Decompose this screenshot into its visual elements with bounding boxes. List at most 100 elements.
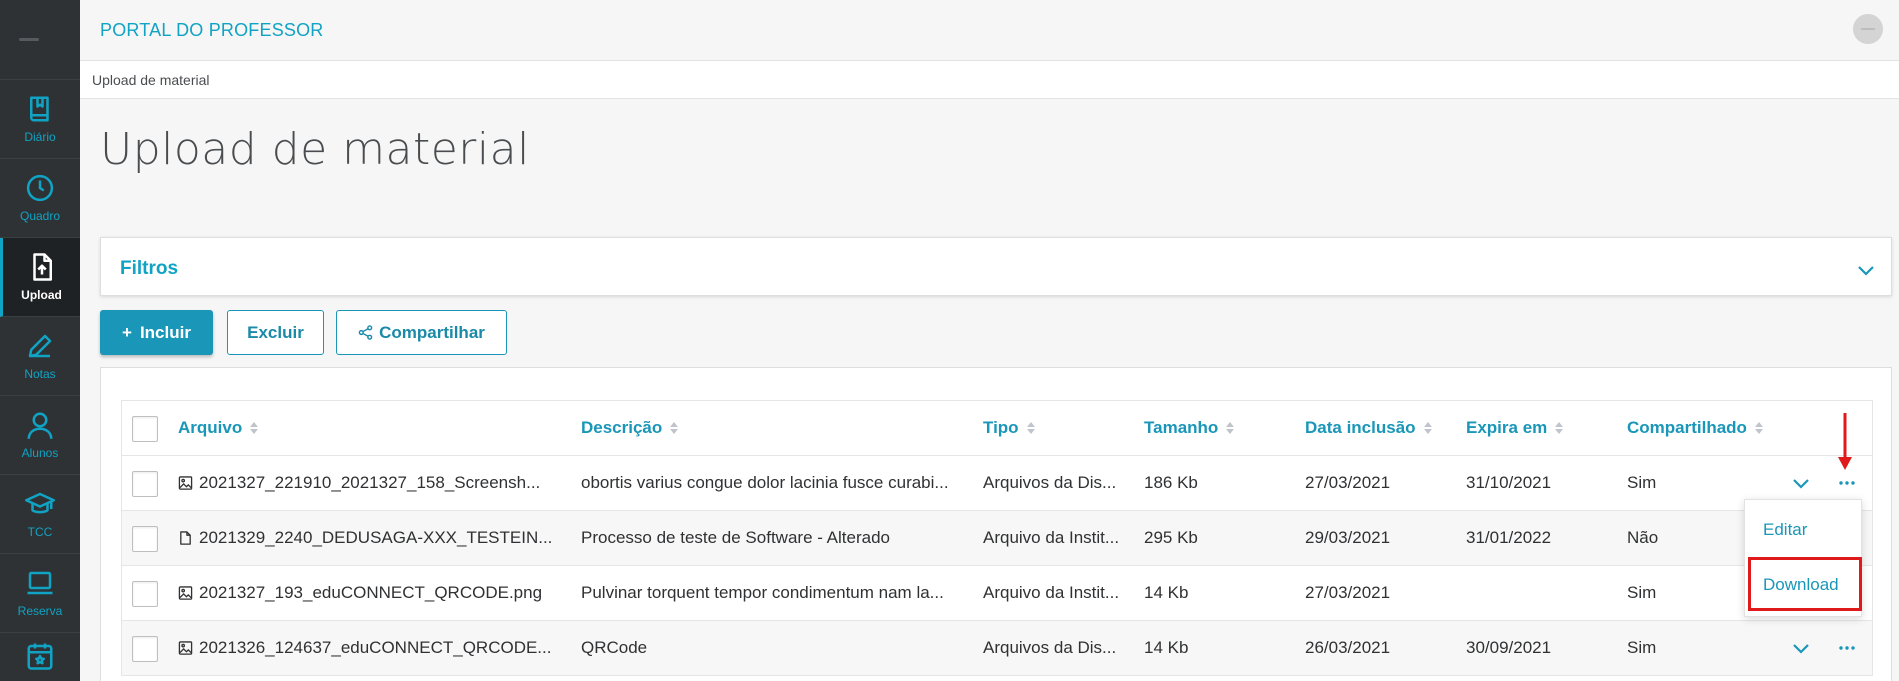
sort-icon [670,422,679,434]
file-name-cell: 2021327_221910_2021327_158_Screensh... [178,456,540,510]
shared-cell: Não [1627,528,1659,547]
share-label: Compartilhar [379,322,485,342]
column-header-data-inclusao[interactable]: Data inclusão [1305,401,1432,455]
delete-button[interactable]: Excluir [227,310,324,355]
image-icon [178,586,193,600]
file-upload-icon [32,253,52,281]
files-table: Arquivo Descrição Tipo Tamanho Data incl… [121,400,1873,676]
more-options-icon[interactable] [1839,646,1855,650]
red-arrow-annotation [1838,413,1852,470]
file-name: 2021327_193_eduCONNECT_QRCODE.png [199,583,543,602]
breadcrumb: Upload de material [80,61,1899,99]
table-header: Arquivo Descrição Tipo Tamanho Data incl… [121,400,1873,456]
logo [0,0,80,80]
graduation-cap-icon [25,492,55,514]
include-button[interactable]: + Incluir [100,310,213,355]
share-icon [358,325,373,340]
sidebar-item-label: TCC [27,525,53,539]
table-row[interactable]: 2021327_221910_2021327_158_Screensh... o… [121,456,1873,511]
sort-icon [1423,422,1432,434]
download-highlight-box [1748,557,1862,611]
laptop-icon [27,571,53,595]
column-label: Descrição [581,418,663,437]
size-cell: 14 Kb [1144,638,1189,657]
sidebar-item-label: Quadro [19,209,61,223]
files-card: Arquivo Descrição Tipo Tamanho Data incl… [100,367,1892,681]
sidebar-item-alunos[interactable]: Alunos [0,396,80,475]
size-cell: 186 Kb [1144,473,1198,492]
size-cell: 295 Kb [1144,528,1198,547]
file-name-cell: 2021327_193_eduCONNECT_QRCODE.png [178,566,542,620]
sidebar-item-diario[interactable]: Diário [0,80,80,159]
sidebar-item-notas[interactable]: Notas [0,317,80,396]
date-added-cell: 26/03/2021 [1305,638,1391,657]
description-cell: QRCode [581,638,648,657]
plus-icon: + [122,322,132,342]
sort-icon [1026,422,1035,434]
filters-title: Filtros [120,258,179,279]
file-name: 2021326_124637_eduCONNECT_QRCODE... [199,638,552,657]
column-label: Arquivo [178,418,243,437]
document-icon [180,531,191,545]
sort-icon [1754,422,1763,434]
top-header: PORTAL DO PROFESSOR [80,0,1899,61]
table-row[interactable]: 2021326_124637_eduCONNECT_QRCODE... QRCo… [121,621,1873,676]
sidebar-item-quadro[interactable]: Quadro [0,159,80,238]
date-added-cell: 27/03/2021 [1305,583,1391,602]
breadcrumb-item[interactable]: Upload de material [92,72,210,88]
column-header-tamanho[interactable]: Tamanho [1144,401,1235,455]
column-header-compartilhado[interactable]: Compartilhado [1627,401,1763,455]
column-header-arquivo[interactable]: Arquivo [178,401,259,455]
image-icon [178,476,193,490]
row-checkbox[interactable] [132,471,158,497]
sidebar-item-tcc[interactable]: TCC [0,475,80,554]
sort-icon [1555,422,1564,434]
column-label: Tamanho [1144,418,1219,437]
app-title: PORTAL DO PROFESSOR [100,20,324,40]
share-button[interactable]: Compartilhar [336,310,507,355]
edit-menu-item[interactable]: Editar [1763,520,1807,540]
description-cell: Processo de teste de Software - Alterado [581,528,891,547]
shared-cell: Sim [1627,473,1657,492]
type-cell: Arquivos da Dis... [983,473,1117,492]
column-header-tipo[interactable]: Tipo [983,401,1035,455]
clock-icon [26,174,54,202]
image-icon [178,641,193,655]
date-added-cell: 27/03/2021 [1305,473,1391,492]
include-label: Incluir [139,322,191,342]
type-cell: Arquivo da Instit... [983,583,1120,602]
sidebar-item-label: Diário [24,130,56,144]
chevron-down-icon[interactable] [1857,264,1875,276]
sidebar-item-label: Upload [21,288,62,302]
sidebar-item-label: Reserva [17,604,63,618]
column-label: Compartilhado [1627,418,1747,437]
row-checkbox[interactable] [132,581,158,607]
sidebar-item-upload[interactable]: Upload [0,238,80,317]
table-row[interactable]: 2021329_2240_DEDUSAGA-XXX_TESTEIN... Pro… [121,511,1873,566]
column-header-descricao[interactable]: Descrição [581,401,679,455]
sidebar-item-label: Notas [24,367,56,381]
person-icon [27,412,53,439]
expires-cell: 30/09/2021 [1466,638,1552,657]
column-label: Expira em [1466,418,1548,437]
more-options-icon[interactable] [1839,481,1855,485]
row-checkbox[interactable] [132,526,158,552]
size-cell: 14 Kb [1144,583,1189,602]
book-icon [30,96,49,122]
description-cell: Pulvinar torquent tempor condimentum nam… [581,583,944,602]
sort-icon [250,422,259,434]
table-row[interactable]: 2021327_193_eduCONNECT_QRCODE.png Pulvin… [121,566,1873,621]
sidebar-item-reserva[interactable]: Reserva [0,554,80,633]
sort-icon [1226,422,1235,434]
column-header-expira-em[interactable]: Expira em [1466,401,1564,455]
select-all-checkbox[interactable] [132,416,158,442]
filters-panel[interactable]: Filtros [100,237,1892,296]
chevron-down-icon[interactable] [1792,642,1810,654]
avatar[interactable] [1853,14,1883,44]
row-checkbox[interactable] [132,636,158,662]
file-name-cell: 2021326_124637_eduCONNECT_QRCODE... [178,621,551,675]
column-label: Tipo [983,418,1019,437]
sidebar-item-calendar[interactable] [0,633,80,681]
chevron-down-icon[interactable] [1792,477,1810,489]
type-cell: Arquivos da Dis... [983,638,1117,657]
